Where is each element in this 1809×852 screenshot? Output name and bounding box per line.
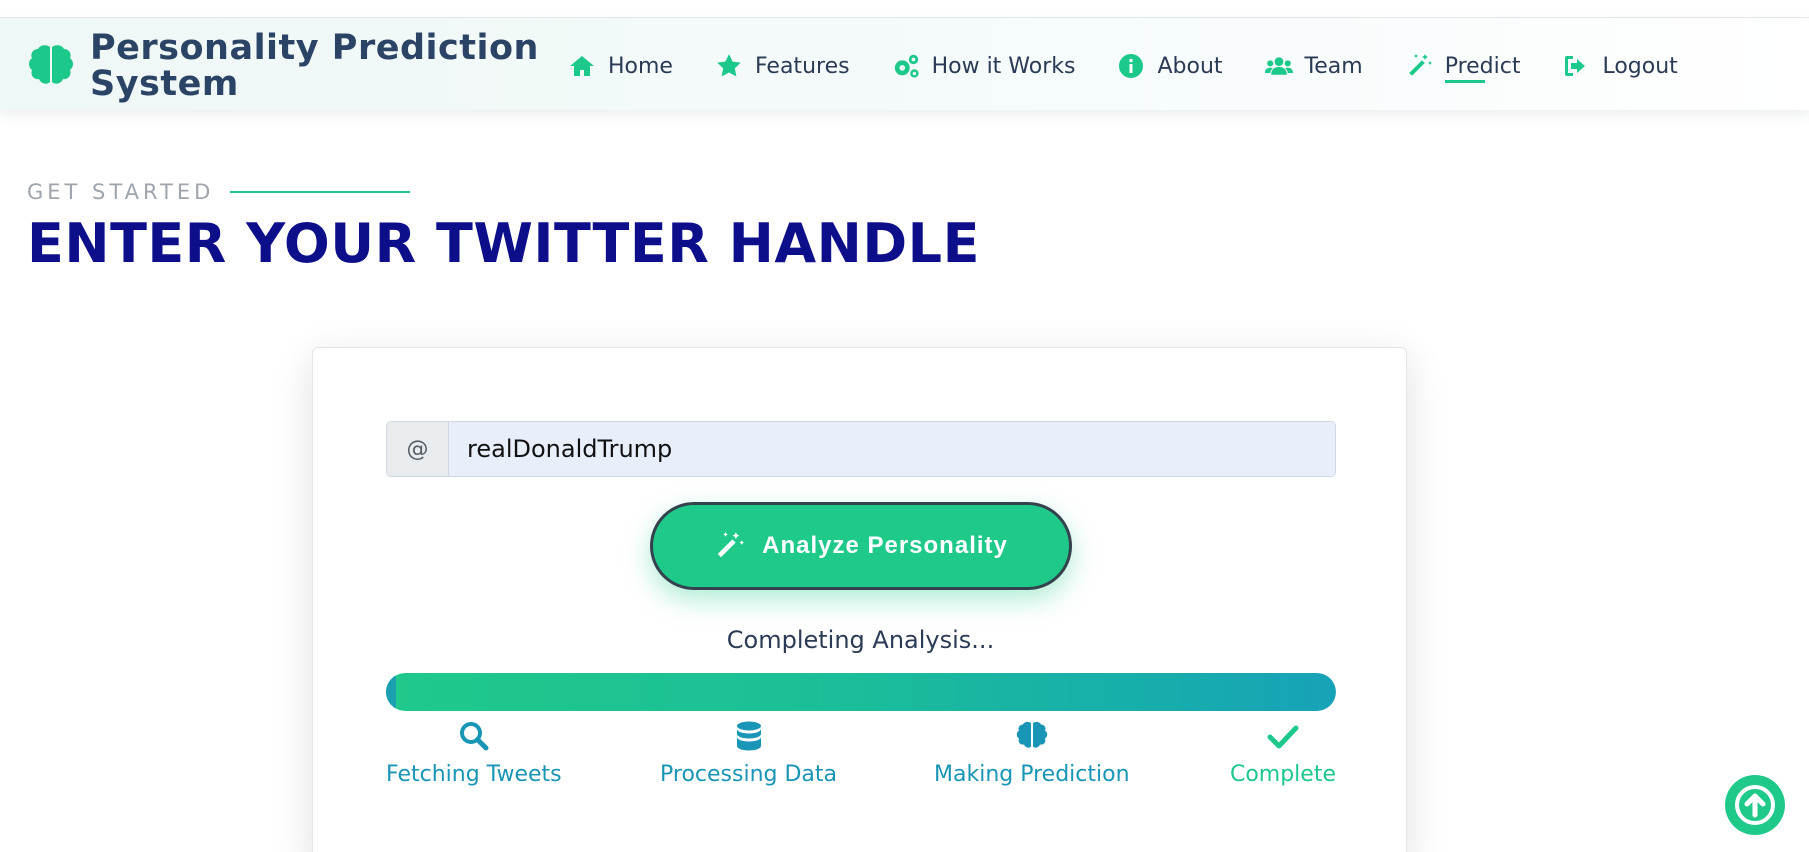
navbar: Personality Prediction System Home Featu… [0, 18, 1809, 110]
nav-how-it-works-label: How it Works [931, 53, 1076, 79]
twitter-handle-input[interactable] [449, 422, 1335, 476]
step-complete: Complete [1230, 720, 1336, 787]
main-nav: Home Features How it Works About Team Pr… [568, 46, 1678, 86]
analyze-personality-button[interactable]: Analyze Personality [650, 502, 1072, 590]
step-processing-data: Processing Data [660, 720, 837, 787]
page-title: ENTER YOUR TWITTER HANDLE [27, 212, 980, 275]
nav-predict[interactable]: Predict [1405, 52, 1521, 83]
brand-title-line2: System [90, 64, 239, 104]
nav-home[interactable]: Home [568, 52, 673, 80]
brain-icon [1016, 721, 1047, 748]
arrow-up-icon [1735, 785, 1775, 825]
section-eyebrow: GET STARTED [27, 180, 411, 204]
step-label: Making Prediction [934, 762, 1130, 787]
handle-input-group: @ [386, 421, 1336, 477]
magic-wand-icon [1405, 52, 1433, 80]
nav-features-label: Features [754, 53, 850, 79]
nav-team[interactable]: Team [1264, 52, 1363, 80]
brand-title-line1: Personality Prediction [90, 28, 539, 68]
progress-status: Completing Analysis... [726, 626, 995, 654]
analyze-button-label: Analyze Personality [762, 532, 1008, 559]
progress-steps: Fetching Tweets Processing Data Making P… [386, 720, 1336, 790]
progress-bar [386, 673, 1336, 711]
users-icon [1264, 52, 1293, 80]
nav-home-label: Home [608, 53, 673, 79]
search-icon [459, 722, 489, 751]
eyebrow-divider [230, 191, 411, 193]
step-label: Fetching Tweets [386, 762, 562, 787]
step-fetching-tweets: Fetching Tweets [386, 720, 562, 787]
browser-top-strip [0, 0, 1809, 18]
brand[interactable]: Personality Prediction System [26, 28, 546, 104]
nav-about[interactable]: About [1117, 52, 1223, 80]
check-icon [1267, 725, 1299, 749]
eyebrow-text: GET STARTED [27, 180, 215, 204]
nav-logout-label: Logout [1602, 53, 1678, 79]
nav-predict-label: Predict [1444, 53, 1521, 83]
progress-bar-fill [386, 673, 1336, 711]
nav-logout[interactable]: Logout [1562, 52, 1678, 80]
nav-how-it-works[interactable]: How it Works [892, 52, 1076, 80]
brain-icon [29, 45, 73, 84]
nav-team-label: Team [1304, 53, 1363, 79]
analysis-card: @ Analyze Personality Completing Analysi… [312, 347, 1407, 852]
at-prefix: @ [387, 422, 449, 476]
home-icon [568, 52, 596, 80]
magic-wand-icon [717, 532, 745, 558]
database-icon [736, 721, 761, 751]
star-icon [715, 52, 743, 80]
step-label: Complete [1229, 762, 1336, 787]
nav-about-label: About [1157, 53, 1223, 79]
logout-icon [1562, 52, 1590, 80]
scroll-to-top-button[interactable] [1725, 775, 1785, 835]
info-icon [1117, 52, 1145, 80]
nav-features[interactable]: Features [715, 52, 850, 80]
step-label: Processing Data [660, 762, 837, 787]
cogs-icon [892, 52, 920, 80]
step-making-prediction: Making Prediction [934, 720, 1130, 787]
